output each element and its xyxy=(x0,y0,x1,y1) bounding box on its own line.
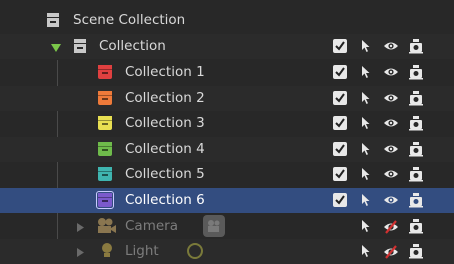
eye-icon[interactable] xyxy=(383,92,399,108)
selectable-cursor-icon[interactable] xyxy=(361,193,371,211)
outliner-panel: Scene Collection Collection Collection 1 xyxy=(0,0,454,264)
exclude-checkbox[interactable] xyxy=(333,39,347,53)
collection-4-row[interactable]: Collection 4 xyxy=(0,137,454,162)
collection-3-label: Collection 3 xyxy=(125,115,205,131)
eye-hidden-icon[interactable] xyxy=(383,245,399,263)
eye-hidden-icon[interactable] xyxy=(383,220,399,238)
eye-icon[interactable] xyxy=(383,143,399,159)
collection-orange-icon xyxy=(98,91,112,105)
collection-2-row[interactable]: Collection 2 xyxy=(0,86,454,111)
collection-yellow-icon xyxy=(98,116,112,130)
render-camera-icon[interactable] xyxy=(408,141,424,161)
exclude-checkbox[interactable] xyxy=(333,91,347,105)
collection-label: Collection xyxy=(99,38,166,54)
collection-purple-icon xyxy=(98,193,112,207)
selectable-cursor-icon[interactable] xyxy=(361,116,371,134)
selectable-cursor-icon[interactable] xyxy=(361,142,371,160)
collection-green-icon xyxy=(98,142,112,156)
collection-icon xyxy=(73,38,87,58)
collection-2-label: Collection 2 xyxy=(125,90,205,106)
collection-6-row[interactable]: Collection 6 xyxy=(0,188,454,213)
collection-row[interactable]: Collection xyxy=(0,34,454,59)
collection-red-icon xyxy=(98,65,112,79)
camera-label: Camera xyxy=(125,218,178,234)
light-row[interactable]: Light xyxy=(0,239,454,264)
selectable-cursor-icon[interactable] xyxy=(361,244,371,262)
camera-row[interactable]: Camera xyxy=(0,214,454,239)
exclude-checkbox[interactable] xyxy=(333,142,347,156)
collection-5-label: Collection 5 xyxy=(125,166,205,182)
render-camera-icon[interactable] xyxy=(408,166,424,186)
selectable-cursor-icon[interactable] xyxy=(361,39,371,57)
light-data-icon[interactable] xyxy=(186,242,204,264)
selectable-cursor-icon[interactable] xyxy=(361,167,371,185)
selectable-cursor-icon[interactable] xyxy=(361,91,371,109)
camera-object-icon xyxy=(96,217,118,239)
light-object-icon xyxy=(100,242,114,262)
selectable-cursor-icon[interactable] xyxy=(361,65,371,83)
eye-icon[interactable] xyxy=(383,40,399,56)
render-camera-icon[interactable] xyxy=(408,64,424,84)
exclude-checkbox[interactable] xyxy=(333,167,347,181)
selectable-cursor-icon[interactable] xyxy=(361,219,371,237)
exclude-checkbox[interactable] xyxy=(333,65,347,79)
collection-6-label: Collection 6 xyxy=(125,192,205,208)
expand-down-icon[interactable] xyxy=(50,41,62,57)
eye-icon[interactable] xyxy=(383,66,399,82)
collection-5-row[interactable]: Collection 5 xyxy=(0,162,454,187)
collection-1-row[interactable]: Collection 1 xyxy=(0,60,454,85)
exclude-checkbox[interactable] xyxy=(333,193,347,207)
render-camera-icon[interactable] xyxy=(408,218,424,238)
scene-collection-icon xyxy=(46,12,60,32)
scene-collection-row[interactable]: Scene Collection xyxy=(0,8,454,33)
collection-3-row[interactable]: Collection 3 xyxy=(0,111,454,136)
collection-teal-icon xyxy=(98,167,112,181)
render-camera-icon[interactable] xyxy=(408,243,424,263)
eye-icon[interactable] xyxy=(383,117,399,133)
eye-icon[interactable] xyxy=(383,194,399,210)
render-camera-icon[interactable] xyxy=(408,192,424,212)
expand-right-icon[interactable] xyxy=(76,221,85,237)
render-camera-icon[interactable] xyxy=(408,115,424,135)
expand-right-icon[interactable] xyxy=(76,246,85,262)
collection-4-label: Collection 4 xyxy=(125,141,205,157)
scene-collection-label: Scene Collection xyxy=(73,12,186,28)
render-camera-icon[interactable] xyxy=(408,38,424,58)
eye-icon[interactable] xyxy=(383,168,399,184)
collection-1-label: Collection 1 xyxy=(125,64,205,80)
camera-data-icon[interactable] xyxy=(203,215,225,241)
light-label: Light xyxy=(125,243,159,259)
render-camera-icon[interactable] xyxy=(408,90,424,110)
exclude-checkbox[interactable] xyxy=(333,116,347,130)
